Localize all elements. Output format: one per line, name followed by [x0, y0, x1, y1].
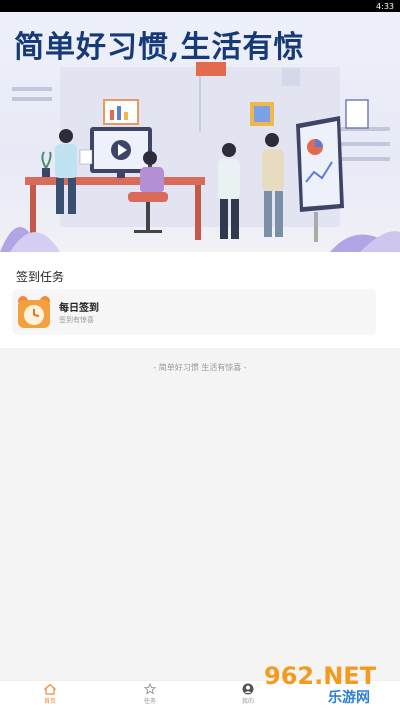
star-icon — [144, 683, 156, 695]
tab-home[interactable]: 首页 — [20, 683, 80, 709]
watermark-subtitle: 乐游网 — [328, 689, 370, 706]
tab-tasks[interactable]: 任务 — [120, 683, 180, 709]
task-card-daily-checkin[interactable]: 每日签到 签到有惊喜 — [12, 289, 376, 335]
user-icon — [242, 683, 254, 695]
tab-tasks-label: 任务 — [143, 698, 156, 705]
status-time: 4:33 — [376, 1, 394, 11]
watermark-logo: 962.NET 乐游网 — [264, 662, 377, 706]
tasks-section: 签到任务 每日签到 签到有惊喜 — [0, 252, 400, 348]
section-title: 签到任务 — [16, 270, 65, 284]
task-subtitle: 签到有惊喜 — [59, 316, 94, 324]
alarm-clock-icon — [18, 296, 50, 328]
footer-note: - 简单好习惯 生活有惊喜 - — [153, 363, 247, 372]
banner[interactable]: 简单好习惯,生活有惊 — [0, 12, 400, 252]
status-bar: 4:33 — [0, 0, 400, 12]
home-icon — [44, 683, 56, 695]
watermark-brand: 962.NET — [264, 662, 377, 690]
banner-title: 简单好习惯,生活有惊 — [14, 30, 305, 65]
task-name: 每日签到 — [59, 303, 99, 314]
tab-home-label: 首页 — [43, 698, 56, 705]
